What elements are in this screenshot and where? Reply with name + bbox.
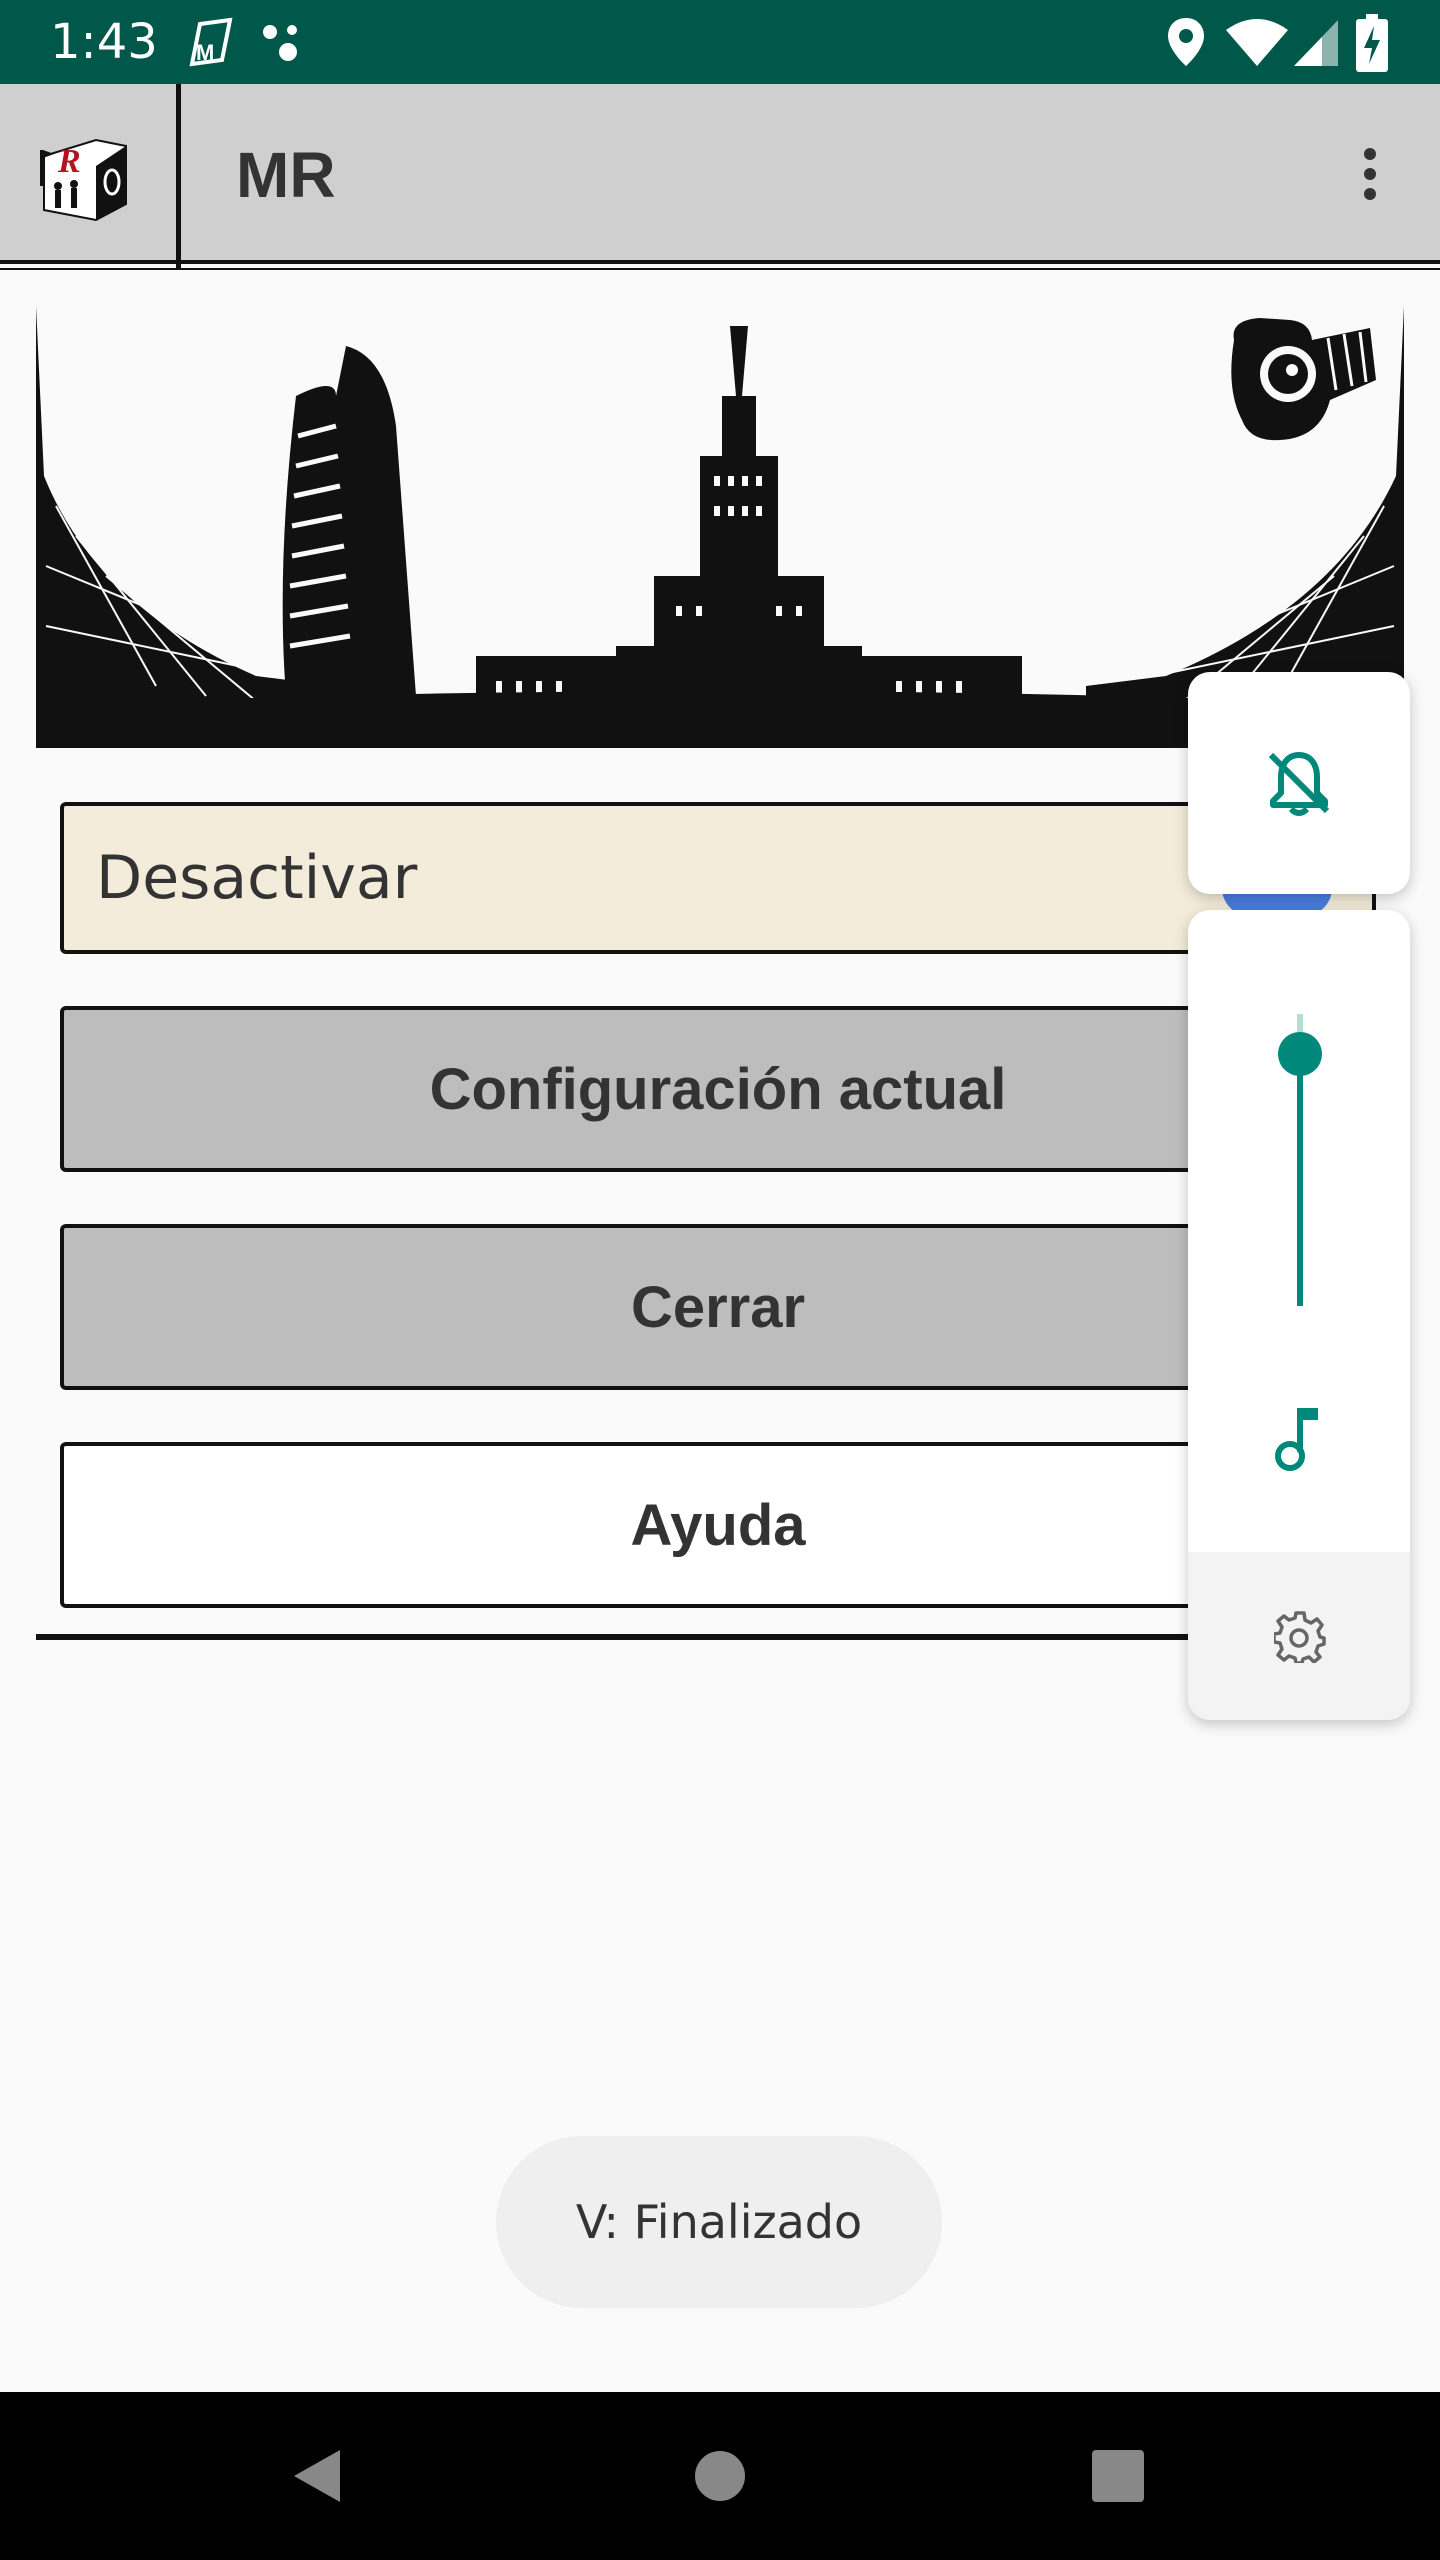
recents-icon[interactable] (1092, 2450, 1144, 2502)
app-bar-rule-thin (0, 268, 1440, 270)
svg-text:R: R (57, 143, 81, 180)
assistant-dots-icon (263, 25, 297, 61)
status-bar: 1:43 M (0, 0, 1440, 84)
svg-text:M: M (196, 40, 214, 65)
divider-line (36, 1634, 1226, 1640)
toast-message: V: Finalizado (496, 2136, 942, 2308)
ringer-mode-card[interactable] (1188, 672, 1410, 894)
volume-settings-area[interactable] (1188, 1552, 1410, 1720)
gear-icon[interactable] (1274, 1611, 1326, 1663)
volume-slider-track[interactable] (1297, 1050, 1303, 1306)
camera-image (1231, 318, 1376, 441)
home-icon[interactable] (694, 2450, 746, 2502)
wifi-icon (1226, 19, 1288, 66)
cerrar-button[interactable]: Cerrar (60, 1224, 1376, 1390)
app-logo-icon: R (40, 138, 127, 222)
configuracion-actual-button[interactable]: Configuración actual (60, 1006, 1376, 1172)
navigation-bar (0, 2392, 1440, 2560)
more-vert-icon[interactable] (1350, 142, 1390, 212)
app-bar: R MR (0, 84, 1440, 270)
ayuda-button[interactable]: Ayuda (60, 1442, 1376, 1608)
volume-slider-thumb[interactable] (1278, 1032, 1322, 1076)
app-bar-divider (176, 84, 181, 270)
desactivar-button[interactable]: Desactivar (60, 802, 1376, 954)
bell-off-icon (1268, 752, 1330, 816)
signal-icon (1294, 20, 1338, 66)
app-bar-rule (0, 260, 1440, 264)
app-title: MR (236, 139, 336, 211)
app-notification-icon: M (189, 17, 233, 67)
status-time: 1:43 (50, 14, 158, 70)
back-icon[interactable] (290, 2446, 344, 2506)
location-icon (1168, 18, 1204, 66)
music-note-icon (1275, 1408, 1318, 1471)
battery-charging-icon (1356, 14, 1388, 72)
